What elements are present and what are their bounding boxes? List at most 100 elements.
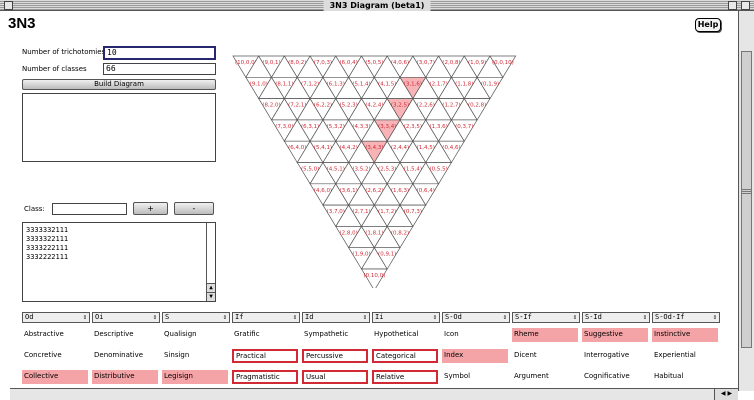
diagram-cell-label: (3,6,1) (340, 188, 358, 194)
window-titlebar[interactable]: 3N3 Diagram (beta1) (0, 0, 754, 11)
diagram-cell-label: (7,0,3) (314, 60, 332, 66)
diagram-cell-label: (2,7,1) (352, 209, 370, 215)
build-diagram-button[interactable]: Build Diagram (22, 79, 216, 90)
dropdown-arrow-icon: ⇕ (502, 313, 507, 321)
diagram-cell-label: (0,6,4) (417, 188, 435, 194)
dropdown-arrow-icon: ⇕ (82, 313, 87, 321)
scroll-thumb[interactable] (741, 51, 752, 348)
table-cell[interactable]: Pragmatistic (232, 370, 298, 384)
diagram-cell-label: (5,0,5) (365, 60, 383, 66)
diagram-cell-label: (1,2,7) (442, 103, 460, 109)
dropdown-arrow-icon: ⇕ (152, 313, 157, 321)
table-cell[interactable]: Denominative (92, 349, 158, 363)
column-header-select[interactable]: S-Od-If ⇕ (652, 312, 720, 323)
table-cell[interactable]: Suggestive (582, 328, 648, 342)
vertical-scrollbar[interactable] (738, 11, 754, 391)
table-cell[interactable]: Icon (442, 328, 508, 342)
table-cell[interactable]: Sympathetic (302, 328, 368, 342)
table-cell[interactable]: Instinctive (652, 328, 718, 342)
table-cell[interactable]: Relative (372, 370, 438, 384)
table-cell[interactable]: Legisign (162, 370, 228, 384)
trichotomy-diagram[interactable]: (10,0,0) (9,0,1) (8,0,2) (7,0,3) (6,0,4) (5,0… (225, 52, 525, 288)
diagram-cell-label: (1,6,3) (391, 188, 409, 194)
zoom-box-icon[interactable] (728, 1, 737, 10)
diagram-cell-label: (0,5,5) (429, 167, 447, 173)
diagram-cell-label: (7,1,2) (301, 81, 319, 87)
help-button[interactable]: Help (695, 18, 721, 32)
class-list-scrollbar[interactable]: ▲ ▼ (206, 223, 215, 301)
dropdown-arrow-icon: ⇕ (572, 313, 577, 321)
scroll-up-icon[interactable]: ▲ (207, 283, 215, 292)
list-item[interactable]: 3332222111 (26, 253, 212, 262)
dropdown-arrow-icon: ⇕ (222, 313, 227, 321)
diagram-cell-label: (4,2,4) (365, 103, 383, 109)
table-cell[interactable]: Experiential (652, 349, 718, 363)
table-cell[interactable]: Concretive (22, 349, 88, 363)
diagram-cell-label: (1,8,1) (365, 230, 383, 236)
diagram-cell-label: (0,9,1) (378, 252, 396, 258)
table-cell[interactable]: Sinsign (162, 349, 228, 363)
column-header-select[interactable]: If ⇕ (232, 312, 300, 323)
diagram-cell-label: (1,9,0) (352, 252, 370, 258)
column-header-label: S-Id (585, 313, 602, 321)
diagram-cell-label: (9,1,0) (250, 81, 268, 87)
column-header-select[interactable]: Id ⇕ (302, 312, 370, 323)
table-cell[interactable]: Distributive (92, 370, 158, 384)
dropdown-arrow-icon: ⇕ (292, 313, 297, 321)
table-cell[interactable]: Symbol (442, 370, 508, 384)
table-cell[interactable]: Gratific (232, 328, 298, 342)
close-box-icon[interactable] (4, 1, 13, 10)
diagram-cell-label: (3,1,6) (404, 81, 422, 87)
diagram-cell-label: (4,5,1) (327, 167, 345, 173)
column-header-select[interactable]: S-If ⇕ (512, 312, 580, 323)
scroll-down-icon[interactable]: ▼ (207, 292, 215, 301)
table-cell[interactable]: Descriptive (92, 328, 158, 342)
table-cell[interactable]: Abstractive (22, 328, 88, 342)
output-textarea[interactable] (22, 93, 216, 162)
column-header-select[interactable]: Od ⇕ (22, 312, 90, 323)
column-header-label: S (165, 313, 170, 321)
table-cell[interactable]: Categorical (372, 349, 438, 363)
table-cell[interactable]: Argument (512, 370, 578, 384)
app-title: 3N3 (8, 15, 36, 32)
table-cell[interactable]: Percussive (302, 349, 368, 363)
column-header-label: Ii (375, 313, 384, 321)
table-cell[interactable]: Dicent (512, 349, 578, 363)
class-input[interactable] (52, 203, 127, 215)
column-header-select[interactable]: S ⇕ (162, 312, 230, 323)
table-cell[interactable]: Cognificative (582, 370, 648, 384)
table-cell[interactable]: Usual (302, 370, 368, 384)
table-cell[interactable]: Hypothetical (372, 328, 438, 342)
diagram-cell-label: (0,7,3) (404, 209, 422, 215)
add-class-button[interactable]: + (133, 202, 168, 215)
column-header-select[interactable]: S-Od ⇕ (442, 312, 510, 323)
collapse-box-icon[interactable] (741, 1, 750, 10)
trichotomies-input[interactable]: 10 (103, 46, 216, 60)
column-header-select[interactable]: Ii ⇕ (372, 312, 440, 323)
table-cell[interactable]: Rheme (512, 328, 578, 342)
classes-input[interactable]: 66 (103, 63, 216, 75)
table-cell[interactable]: Interrogative (582, 349, 648, 363)
list-item[interactable]: 3333322111 (26, 235, 212, 244)
column-header-label: Od (25, 313, 34, 321)
table-cell[interactable]: Practical (232, 349, 298, 363)
table-cell[interactable]: Index (442, 349, 508, 363)
diagram-cell-label: (0,10,0) (363, 273, 385, 279)
table-cell[interactable]: Qualisign (162, 328, 228, 342)
diagram-cell-label: (1,0,9) (468, 60, 486, 66)
list-item[interactable]: 3333222111 (26, 244, 212, 253)
diagram-cell-label: (3,5,2) (352, 167, 370, 173)
diagram-cell-label: (4,1,5) (378, 81, 396, 87)
column-header-select[interactable]: Oi ⇕ (92, 312, 160, 323)
diagram-cell-label: (7,2,1) (288, 103, 306, 109)
list-item[interactable]: 3333332111 (26, 226, 212, 235)
table-cell[interactable]: Habitual (652, 370, 718, 384)
horizontal-scrollbar[interactable]: ◀ ▶ (10, 388, 738, 400)
scroll-arrows-icon[interactable]: ◀ ▶ (714, 389, 738, 400)
diagram-cell-label: (2,0,8) (442, 60, 460, 66)
diagram-cell-label: (6,0,4) (340, 60, 358, 66)
class-list[interactable]: 3333332111 3333322111 3333222111 3332222… (22, 222, 216, 302)
column-header-select[interactable]: S-Id ⇕ (582, 312, 650, 323)
remove-class-button[interactable]: - (174, 202, 214, 215)
table-cell[interactable]: Collective (22, 370, 88, 384)
